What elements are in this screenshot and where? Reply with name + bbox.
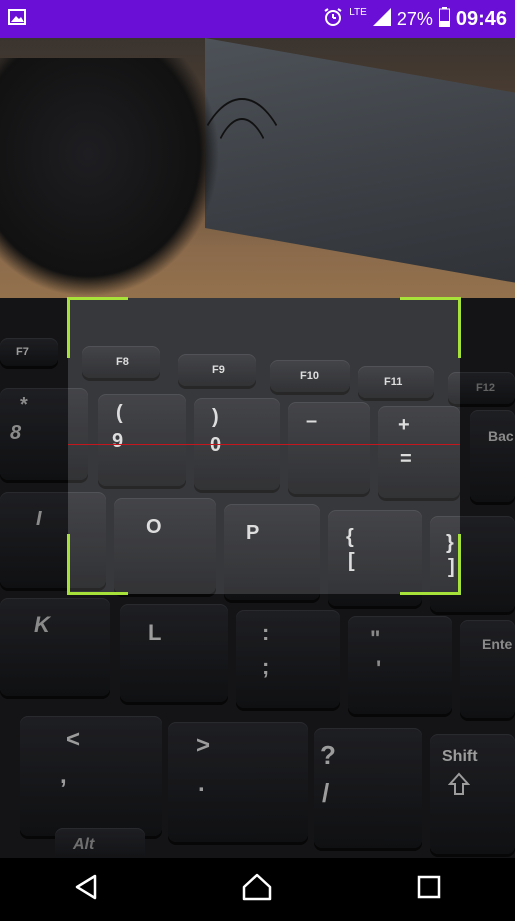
navigation-bar xyxy=(0,858,515,921)
status-bar: LTE 27% 09:46 xyxy=(0,0,515,38)
status-time: 09:46 xyxy=(455,7,507,30)
back-button[interactable] xyxy=(56,860,116,920)
home-button[interactable] xyxy=(227,860,287,920)
image-notification-icon xyxy=(8,8,26,30)
scan-corner-bottom-right xyxy=(400,534,461,595)
scan-corner-top-left xyxy=(67,297,128,358)
battery-percent: 27% xyxy=(396,8,433,29)
scan-corner-bottom-left xyxy=(67,534,128,595)
back-triangle-icon xyxy=(74,874,98,905)
scan-corner-top-right xyxy=(400,297,461,358)
barcode-scan-frame xyxy=(67,297,461,595)
home-icon xyxy=(242,873,272,906)
battery-icon xyxy=(438,6,450,32)
scan-laser-line xyxy=(68,444,460,445)
alarm-icon xyxy=(323,7,343,32)
scan-mask-right xyxy=(460,298,515,594)
network-type-label: LTE xyxy=(349,6,367,18)
scan-mask-bottom xyxy=(0,594,515,858)
scan-mask-left xyxy=(0,298,68,594)
recents-button[interactable] xyxy=(399,860,459,920)
recents-square-icon xyxy=(417,875,441,904)
signal-icon xyxy=(372,7,391,31)
camera-preview: F7 F8 F9 F10 F11 F12 * 8 ( 9 ) 0 – + = B… xyxy=(0,38,515,858)
